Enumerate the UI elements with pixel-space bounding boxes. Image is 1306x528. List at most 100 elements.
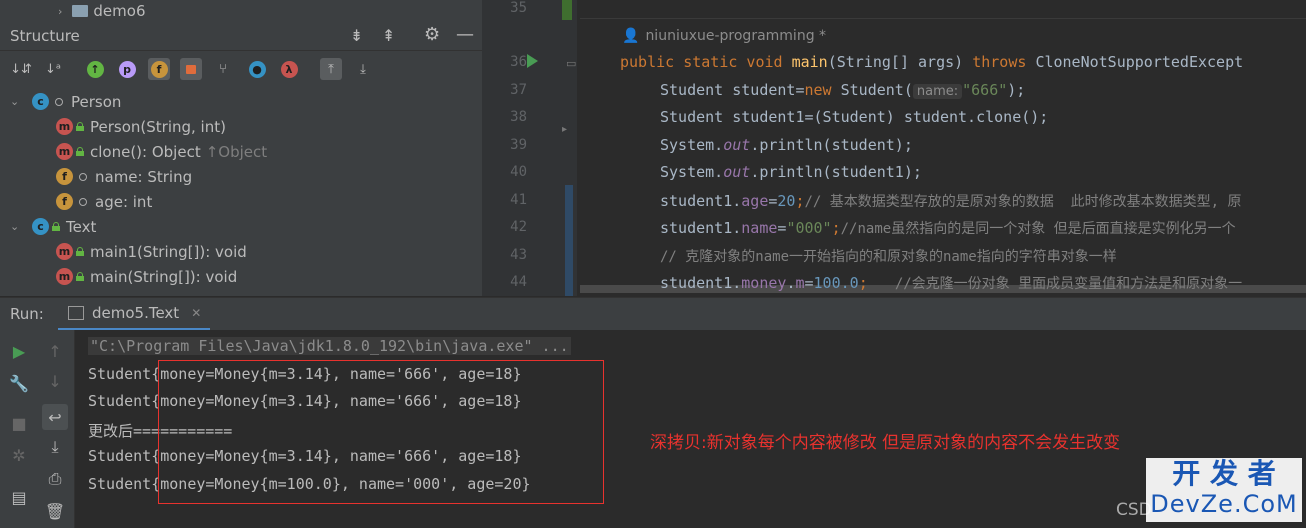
run-right-toolbar: ↑ ↓ ↩ ⤓ ⎙ 🗑 [36,330,75,528]
structure-panel: › demo6 Structure ⇟ ⇞ ⚙ — ↓⇵ ↓ᵃ ↑ p f ⑂ … [0,0,482,296]
autoscroll-from-source-icon[interactable]: ⤓ [352,58,374,80]
line-number: 38 [510,109,527,125]
show-anonymous-icon[interactable]: ⑂ [212,58,234,80]
chevron-down-icon: ⌄ [10,95,20,108]
structure-toolbar: ↓⇵ ↓ᵃ ↑ p f ⑂ ● λ ⤒ ⤓ [0,52,482,88]
structure-header: Structure ⇟ ⇞ ⚙ — [0,22,482,51]
line-number: 44 [510,274,527,290]
line-number: 37 [510,82,527,98]
show-fields-icon[interactable]: f [148,58,170,80]
line-number: 36 [510,54,527,70]
autoscroll-to-source-icon[interactable]: ⤒ [320,58,342,80]
class-icon: c [32,218,49,235]
public-lock-icon [76,247,84,256]
tab-demo5-text[interactable]: demo5.Text ✕ [58,298,210,331]
tree-item-label: Text [66,217,97,236]
tree-item-class-person[interactable]: ⌄ c Person [10,89,121,114]
code-line-36: public static void main(String[] args) t… [620,53,1244,71]
trash-icon[interactable]: 🗑 [44,500,66,522]
layout-icon[interactable]: ▤ [8,486,30,508]
tree-item-label: main(String[]): void [90,267,238,286]
line-number: 39 [510,137,527,153]
visibility-icon [79,197,87,206]
run-label: Run: [10,305,44,323]
stop-icon[interactable]: ■ [8,412,30,434]
tree-item-label: main1(String[]): void [90,242,247,261]
class-icon: c [32,93,49,110]
minimize-icon[interactable]: — [456,24,474,45]
chevron-down-icon: ⌄ [10,220,20,233]
override-suffix: ↑Object [205,142,268,161]
line-number: 41 [510,192,527,208]
code-line-40: System.out.println(student1); [660,163,922,181]
tree-item-method[interactable]: m main1(String[]): void [56,239,247,264]
code-line-38: Student student1=(Student) student.clone… [660,108,1049,126]
lambda-icon[interactable]: λ [278,58,300,80]
visibility-icon [79,172,87,181]
tree-item-field[interactable]: f name: String [56,164,192,189]
project-tree-row[interactable]: › demo6 [0,0,482,22]
field-icon: f [56,168,73,185]
collapse-all-icon[interactable]: ⇞ [382,26,395,45]
sort-visibility-icon[interactable]: ↓⇵ [10,58,32,80]
wrench-icon[interactable]: 🔧 [8,372,30,394]
public-lock-icon [76,122,84,131]
gear-icon[interactable]: ⚙ [424,24,440,45]
annotation-text: 深拷贝:新对象每个内容被修改 但是原对象的内容不会发生改变 [650,433,1121,453]
rerun-icon[interactable]: ▶ [8,340,30,362]
tree-item-method[interactable]: m clone(): Object ↑Object [56,139,267,164]
tree-item-label: name: String [95,167,193,186]
public-lock-icon [52,222,60,231]
watermark-logo: 开 发 者 DevZe.CoM [1146,458,1302,522]
method-icon: m [56,143,73,160]
method-icon: m [56,118,73,135]
author-hint: 👤 niuniuxue-programming * [622,28,827,44]
parameter-hint: name: [912,84,963,99]
folder-label: demo6 [93,2,146,20]
soft-wrap-icon[interactable]: ↩ [42,404,68,430]
tree-item-class-text[interactable]: ⌄ c Text [10,214,96,239]
arrow-down-icon[interactable]: ↓ [44,370,66,392]
method-icon: m [56,268,73,285]
close-icon[interactable]: ✕ [191,306,201,320]
sort-alpha-icon[interactable]: ↓ᵃ [42,58,64,80]
fold-icon[interactable]: ▭ [566,57,576,70]
show-properties-icon[interactable]: p [116,58,138,80]
chevron-right-icon: › [58,4,63,18]
field-icon: f [56,193,73,210]
code-line-39: System.out.println(student); [660,136,913,154]
public-lock-icon [76,147,84,156]
fold-marker-icon[interactable]: ▸ [562,124,567,135]
tree-item-method[interactable]: m main(String[]): void [56,264,237,289]
panel-title: Structure [10,27,80,45]
console-command-line: "C:\Program Files\Java\jdk1.8.0_192\bin\… [88,337,571,355]
show-non-public-icon[interactable] [180,58,202,80]
change-marker [562,0,572,20]
run-gutter-icon[interactable] [527,54,538,68]
code-line-37: Student student=new Student(name: "666"); [660,81,1026,99]
code-line-44: student1.money.m=100.0; //会克隆一份对象 里面成员变量… [660,274,1243,292]
tree-item-method[interactable]: m Person(String, int) [56,114,226,139]
folder-icon [72,5,89,17]
line-number: 42 [510,219,527,235]
tree-item-label: clone(): Object [90,142,201,161]
console-icon [68,306,84,320]
line-number: 35 [510,0,527,16]
print-icon[interactable]: ⎙ [44,468,66,490]
show-lambdas-icon[interactable]: ● [246,58,268,80]
tree-item-field[interactable]: f age: int [56,189,152,214]
code-line-41: student1.age=20;// 基本数据类型存放的是原对象的数据 此时修改… [660,192,1242,210]
tree-item-label: Person [71,92,122,111]
debug-icon[interactable]: ✲ [8,444,30,466]
scroll-to-end-icon[interactable]: ⤓ [44,436,66,458]
expand-all-icon[interactable]: ⇟ [350,26,363,45]
code-line-43: // 克隆对象的name一开始指向的和原对象的name指向的字符串对象一样 [660,249,1117,265]
code-line-42: student1.name="000";//name虽然指向的是同一个对象 但是… [660,219,1236,237]
visibility-icon [55,97,63,106]
highlight-box [158,360,604,504]
show-inherited-icon[interactable]: ↑ [84,58,106,80]
run-left-toolbar: ▶ 🔧 ■ ✲ ▤ [0,330,36,528]
change-marker [565,185,573,296]
user-icon: 👤 [622,28,640,44]
arrow-up-icon[interactable]: ↑ [44,340,66,362]
